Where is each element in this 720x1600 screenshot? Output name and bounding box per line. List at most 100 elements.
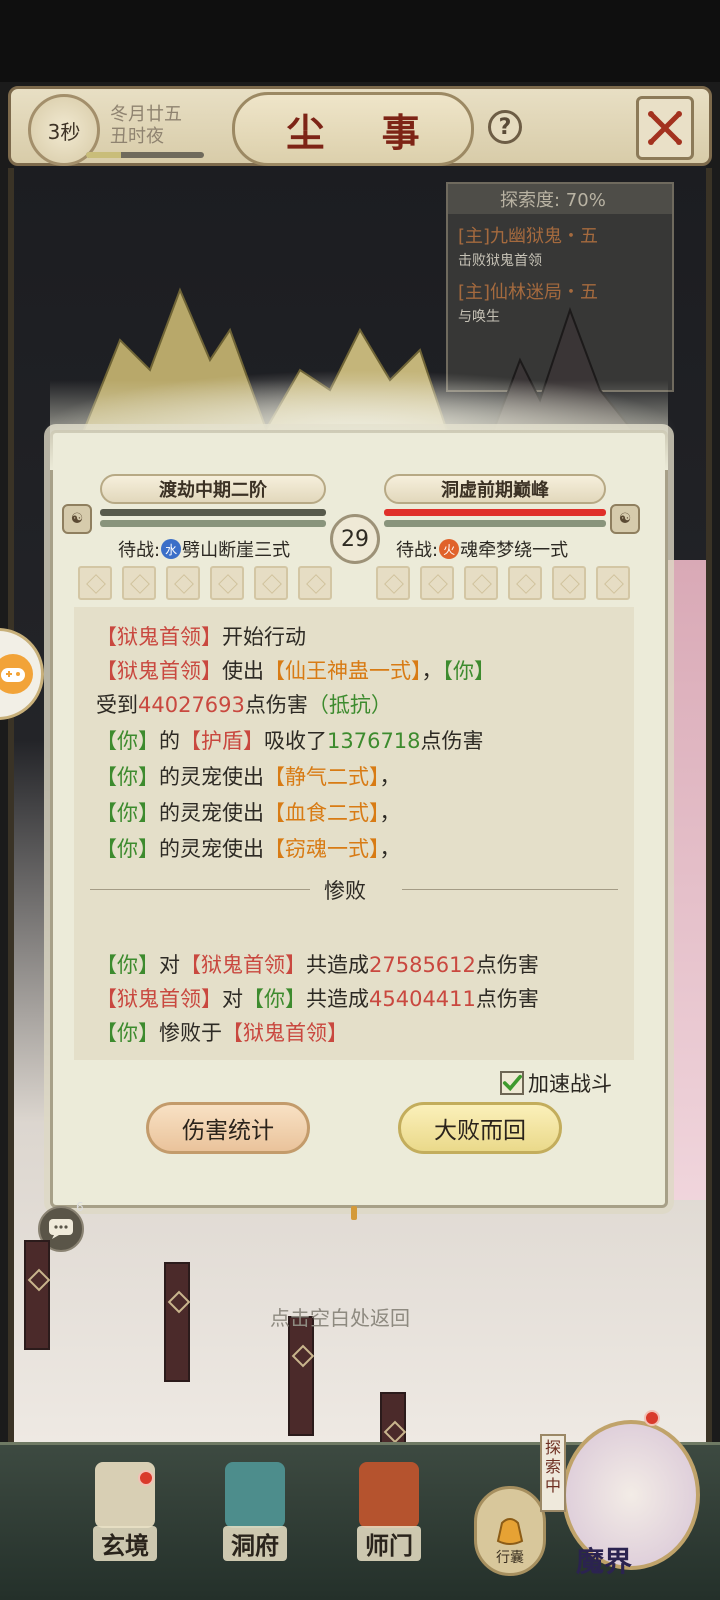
buff-slot [166,566,200,600]
scroll-pole-left [8,168,14,1458]
page-title: 尘 事 [232,92,474,166]
explore-progress: 探索度: 70% [448,184,672,214]
buff-slot [464,566,498,600]
buff-slot [78,566,112,600]
dialog-bottom-marker [351,1206,357,1220]
checkmark-icon [502,1074,522,1092]
nav-xuanjing[interactable]: 玄境 [70,1462,180,1561]
exploring-tag: 探索中 [540,1434,566,1512]
nav-dongfu[interactable]: 洞府 [200,1462,310,1561]
hanging-banner [288,1316,314,1436]
sect-banner-icon [359,1462,419,1528]
buff-slot [552,566,586,600]
buff-slot [122,566,156,600]
bag-button[interactable]: 行囊 [474,1486,546,1576]
log-text: 共造成 [306,953,369,977]
log-player-name: 【你】 [96,801,159,825]
log-damage-value: 44027693 [138,693,245,717]
close-icon [648,111,682,145]
summary-line: 【狱鬼首领】对【你】共造成45404411点伤害 [96,985,539,1013]
log-player-name: 【你】 [96,837,159,861]
scene-pink-decoration [664,560,706,1200]
log-text: 点伤害 [475,953,539,977]
close-button[interactable] [636,96,694,160]
log-text: 受到 [96,693,138,717]
log-line: 【你】的灵宠使出【血食二式】， [96,799,401,827]
log-text: ， [421,659,443,683]
speed-battle-toggle[interactable]: 加速战斗 [500,1068,612,1098]
log-line: 【狱鬼首领】开始行动 [96,623,306,651]
player-mp-bar [100,520,326,527]
log-text: ， [379,801,401,825]
log-line: 受到44027693点伤害（抵抗） [96,691,392,719]
divider-right [402,889,618,890]
log-enemy-name: 【狱鬼首领】 [96,659,222,683]
player-standby-skill: 劈山断崖三式 [182,540,291,561]
day-progress-bar [86,152,204,158]
log-resist: （抵抗） [307,693,392,717]
player-avatar-icon[interactable]: ☯ [62,504,92,534]
damage-stats-button[interactable]: 伤害统计 [146,1102,310,1154]
enemy-buff-slots [376,566,630,600]
log-text: 点伤害 [244,693,308,717]
log-text: 使出 [222,659,264,683]
speed-checkbox[interactable] [500,1071,524,1095]
pavilion-icon [225,1462,285,1528]
help-button[interactable]: ? [488,110,522,144]
log-player-name: 【你】 [96,953,159,977]
log-damage-value: 45404411 [369,987,476,1011]
fire-element-icon: 火 [439,539,460,559]
buff-slot [420,566,454,600]
combat-log[interactable]: 【狱鬼首领】开始行动 【狱鬼首领】使出【仙王神蛊一式】，【你】 受到440276… [74,607,634,1060]
time-of-day: 丑时夜 [110,126,164,147]
log-damage-value: 27585612 [369,953,476,977]
nav-shimen[interactable]: 师门 [334,1462,444,1561]
log-text: ， [379,837,401,861]
bag-icon [496,1518,524,1545]
log-absorb-value: 1376718 [327,729,421,753]
buff-slot [596,566,630,600]
gamepad-icon [0,654,33,694]
log-text: 的灵宠使出 [159,765,264,789]
summary-line: 【你】惨败于【狱鬼首领】 [96,1019,348,1047]
water-element-icon: 水 [161,539,182,559]
enemy-standby-skill: 魂牵梦绕一式 [460,540,569,561]
chat-icon [49,1219,73,1239]
log-text: 的灵宠使出 [159,801,264,825]
chat-count: 6 [76,1200,84,1214]
log-text: ， [379,765,401,789]
retreat-button[interactable]: 大败而回 [398,1102,562,1154]
notification-dot [138,1470,154,1486]
log-enemy-name: 【狱鬼首领】 [222,1021,348,1045]
enemy-avatar-icon[interactable]: ☯ [610,504,640,534]
task-title-1[interactable]: [主]九幽狱鬼・五 [448,214,672,248]
status-bar-area [0,0,720,82]
player-standby: 待战: 水 劈山断崖三式 [118,536,290,562]
log-enemy-name: 【狱鬼首领】 [96,625,222,649]
tap-to-return-hint[interactable]: 点击空白处返回 [270,1302,410,1331]
log-text: 点伤害 [475,987,539,1011]
log-text: 惨败于 [159,1021,222,1045]
divider-left [90,889,310,890]
log-text: 对 [159,953,180,977]
buff-slot [508,566,542,600]
notification-dot [644,1410,660,1426]
enemy-hp-bar [384,509,606,516]
hanging-banner [164,1262,190,1382]
log-skill-name: 【静气二式】 [264,765,380,789]
log-shield: 【护盾】 [180,729,264,753]
log-text: 对 [222,987,243,1011]
nav-mojie[interactable]: 魔界 [576,1540,632,1580]
buff-slot [298,566,332,600]
day-progress-fill [86,152,122,158]
enemy-standby: 待战: 火 魂牵梦绕一式 [396,536,568,562]
log-skill-name: 【血食二式】 [264,801,380,825]
log-text: 的灵宠使出 [159,837,264,861]
player-hp-bar [100,509,326,516]
buff-slot [210,566,244,600]
scroll-pole-right [706,168,712,1458]
enemy-standby-prefix: 待战: [396,540,439,561]
log-skill-name: 【窃魂一式】 [264,837,380,861]
log-player-name: 【你】 [243,987,306,1011]
log-player-name: 【你】 [96,1021,159,1045]
